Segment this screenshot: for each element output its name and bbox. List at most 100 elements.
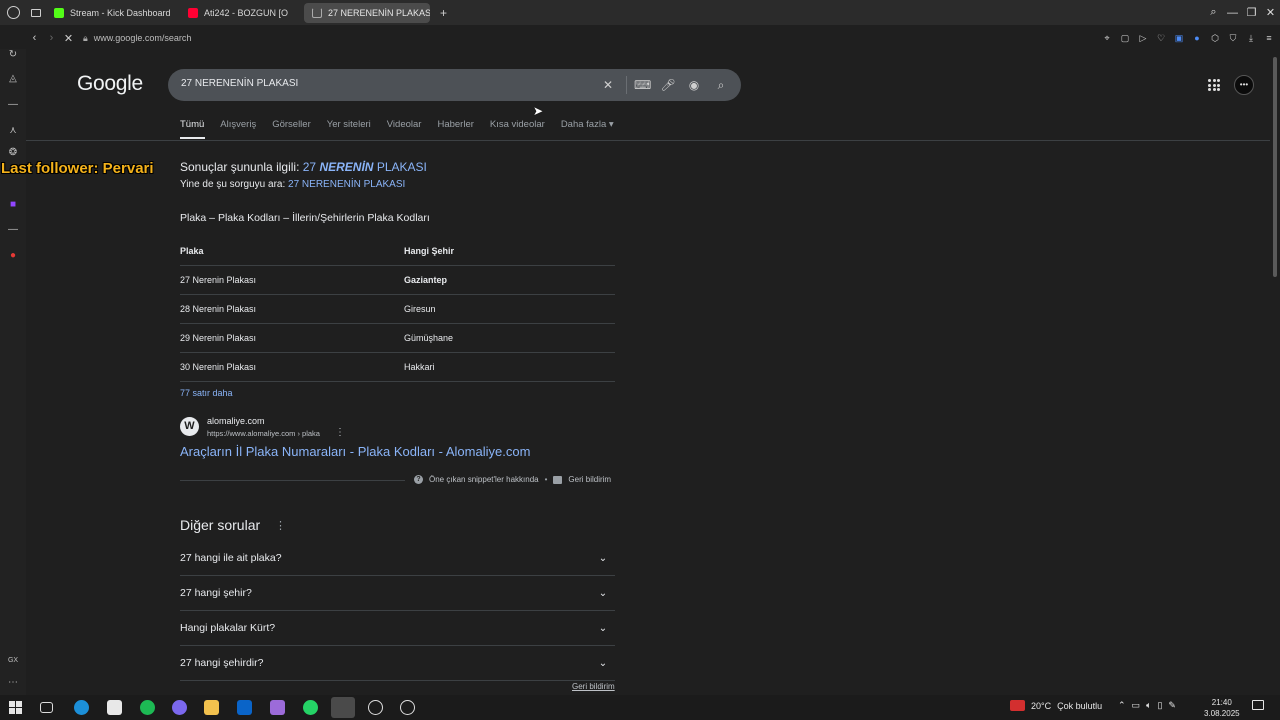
feedback-link[interactable]: Geri bildirim [568, 475, 611, 484]
twitch-icon[interactable]: ■ [7, 199, 19, 211]
paa-question[interactable]: 27 hangi şehirdir? ⌄ [180, 646, 615, 681]
tab-news[interactable]: Haberler [437, 119, 473, 130]
search-tabs-icon[interactable]: ⌕ [1204, 6, 1223, 19]
mouse-cursor-icon: ➤ [533, 104, 544, 118]
copilot-icon[interactable] [172, 700, 187, 715]
scrollbar-thumb[interactable] [1273, 57, 1277, 277]
outlook-icon[interactable] [237, 700, 252, 715]
task-view-icon[interactable] [40, 702, 53, 713]
tab-short-videos[interactable]: Kısa videolar [490, 119, 545, 130]
opera-logo-icon[interactable] [0, 0, 26, 25]
google-apps-icon[interactable] [1208, 79, 1220, 91]
tray-chevron-icon[interactable]: ⌃ [1118, 700, 1126, 711]
paa-feedback-link[interactable]: Geri bildirim [572, 682, 615, 691]
chatgpt-icon[interactable]: ❂ [7, 147, 19, 159]
paa-question[interactable]: Hangi plakalar Kürt? ⌄ [180, 611, 615, 646]
youtube-icon [188, 7, 198, 18]
store-icon[interactable] [107, 700, 122, 715]
paa-question[interactable]: 27 hangi şehir? ⌄ [180, 576, 615, 611]
keyboard-icon[interactable]: ⌨ [634, 77, 651, 93]
windows-start-icon[interactable] [9, 701, 22, 714]
tab-all[interactable]: Tümü [180, 119, 204, 130]
red-app-icon[interactable]: ● [7, 250, 19, 262]
search-box[interactable]: 27 NERENENİN PLAKASI ✕ ⌨ 🎤︎ ◉ ⌕ [168, 69, 741, 101]
clear-icon[interactable]: ✕ [600, 77, 616, 93]
pen-icon[interactable]: ✎ [1168, 700, 1176, 711]
original-query-link[interactable]: 27 NERENENİN PLAKASI [288, 179, 405, 190]
app-circle-icon[interactable] [400, 700, 415, 715]
notification-icon[interactable] [1252, 700, 1264, 710]
corrected-query-link[interactable]: 27 NERENİN PLAKASI [303, 160, 427, 174]
chevron-down-icon[interactable]: ⌄ [591, 616, 615, 640]
minimize-icon[interactable]: — [1223, 7, 1242, 19]
gx-icon[interactable]: GX [7, 655, 19, 667]
stop-loading-icon[interactable]: ✕ [60, 32, 77, 45]
translate-icon[interactable]: ▣ [1172, 31, 1186, 45]
forward-icon[interactable]: › [43, 32, 60, 44]
page-scrollbar[interactable] [1270, 49, 1280, 695]
tab-shopping[interactable]: Alışveriş [220, 119, 256, 130]
download-icon[interactable]: ⤓ [1244, 31, 1258, 45]
source-name[interactable]: alomaliye.com [207, 416, 265, 426]
url-field[interactable]: www.google.com/search [94, 33, 192, 43]
obs-icon[interactable] [368, 700, 383, 715]
whatsapp-icon[interactable] [303, 700, 318, 715]
wallet-icon[interactable]: ⛉ [1226, 31, 1240, 45]
divider-icon: — [8, 99, 18, 110]
weather-widget[interactable]: 20°C Çok bulutlu [1010, 700, 1102, 711]
tab-youtube[interactable]: Ati242 - BOZGUN [O [180, 3, 300, 23]
account-avatar[interactable]: ••• [1234, 75, 1254, 95]
tab-google-search[interactable]: 27 NERENENİN PLAKASI [304, 2, 430, 23]
tab-videos[interactable]: Videolar [387, 119, 422, 130]
taskbar-clock[interactable]: 21:40 3.08.2025 [1204, 697, 1240, 719]
search-icon[interactable]: ⌕ [713, 77, 729, 93]
chevron-down-icon[interactable]: ⌄ [591, 581, 615, 605]
chevron-down-icon[interactable]: ⌄ [591, 546, 615, 570]
battery-icon[interactable]: ▯ [1157, 700, 1162, 711]
paa-question[interactable]: 27 hangi ile ait plaka? ⌄ [180, 541, 615, 576]
pin-icon[interactable]: ⌖ [1100, 31, 1114, 45]
more-options-icon[interactable]: ⋮ [335, 427, 345, 438]
table-header: Plaka [180, 237, 404, 266]
extensions-icon[interactable]: ⬡ [1208, 31, 1222, 45]
more-icon[interactable]: ⋯ [7, 677, 19, 689]
lock-icon[interactable]: 🔒︎ [83, 33, 88, 44]
teams-icon[interactable] [270, 700, 285, 715]
ai-icon[interactable]: ⋏ [7, 125, 19, 137]
paa-options-icon[interactable]: ⋮ [275, 519, 286, 532]
source-favicon[interactable]: W [180, 417, 199, 436]
edge-icon[interactable] [74, 700, 89, 715]
opera-taskbar-icon[interactable] [331, 697, 355, 718]
tab-places[interactable]: Yer siteleri [327, 119, 371, 130]
restore-icon[interactable]: ❐ [1242, 6, 1261, 19]
google-logo[interactable]: Google [77, 72, 143, 96]
workspaces-icon[interactable] [26, 8, 46, 17]
result-title-link[interactable]: Araçların İl Plaka Numaraları - Plaka Ko… [180, 444, 530, 459]
tab-images[interactable]: Görseller [272, 119, 311, 130]
source-url[interactable]: https://www.alomaliye.com › plaka [207, 429, 320, 438]
microphone-icon[interactable]: 🎤︎ [660, 77, 676, 93]
chevron-down-icon[interactable]: ⌄ [591, 651, 615, 675]
new-tab-button[interactable]: + [434, 6, 453, 20]
about-snippets-link[interactable]: Öne çıkan snippet'ler hakkında [429, 475, 539, 484]
history-icon[interactable]: ↻ [7, 49, 19, 61]
aria-icon[interactable]: ◬ [7, 73, 19, 85]
close-window-icon[interactable]: ✕ [1261, 6, 1280, 19]
heart-icon[interactable]: ♡ [1154, 31, 1168, 45]
spotify-icon[interactable] [140, 700, 155, 715]
play-icon[interactable]: ▷ [1136, 31, 1150, 45]
tab-kick-dashboard[interactable]: Stream - Kick Dashboard [46, 3, 176, 23]
file-explorer-icon[interactable] [204, 700, 219, 715]
speaker-icon[interactable]: 🔈︎ [1146, 700, 1151, 711]
extension-blue-icon[interactable]: ● [1190, 31, 1204, 45]
lens-icon[interactable]: ◉ [686, 77, 702, 93]
search-input[interactable]: 27 NERENENİN PLAKASI [181, 78, 298, 89]
more-rows-link[interactable]: 77 satır daha [180, 388, 233, 398]
tab-more[interactable]: Daha fazla ▾ [561, 119, 614, 130]
question-text: Hangi plakalar Kürt? [180, 622, 276, 634]
menu-icon[interactable]: ≡ [1262, 31, 1276, 45]
back-icon[interactable]: ‹ [26, 32, 43, 44]
network-icon[interactable]: ▭ [1132, 700, 1141, 711]
snapshot-icon[interactable]: ▢ [1118, 31, 1132, 45]
caret-down-icon: ▾ [608, 119, 614, 130]
